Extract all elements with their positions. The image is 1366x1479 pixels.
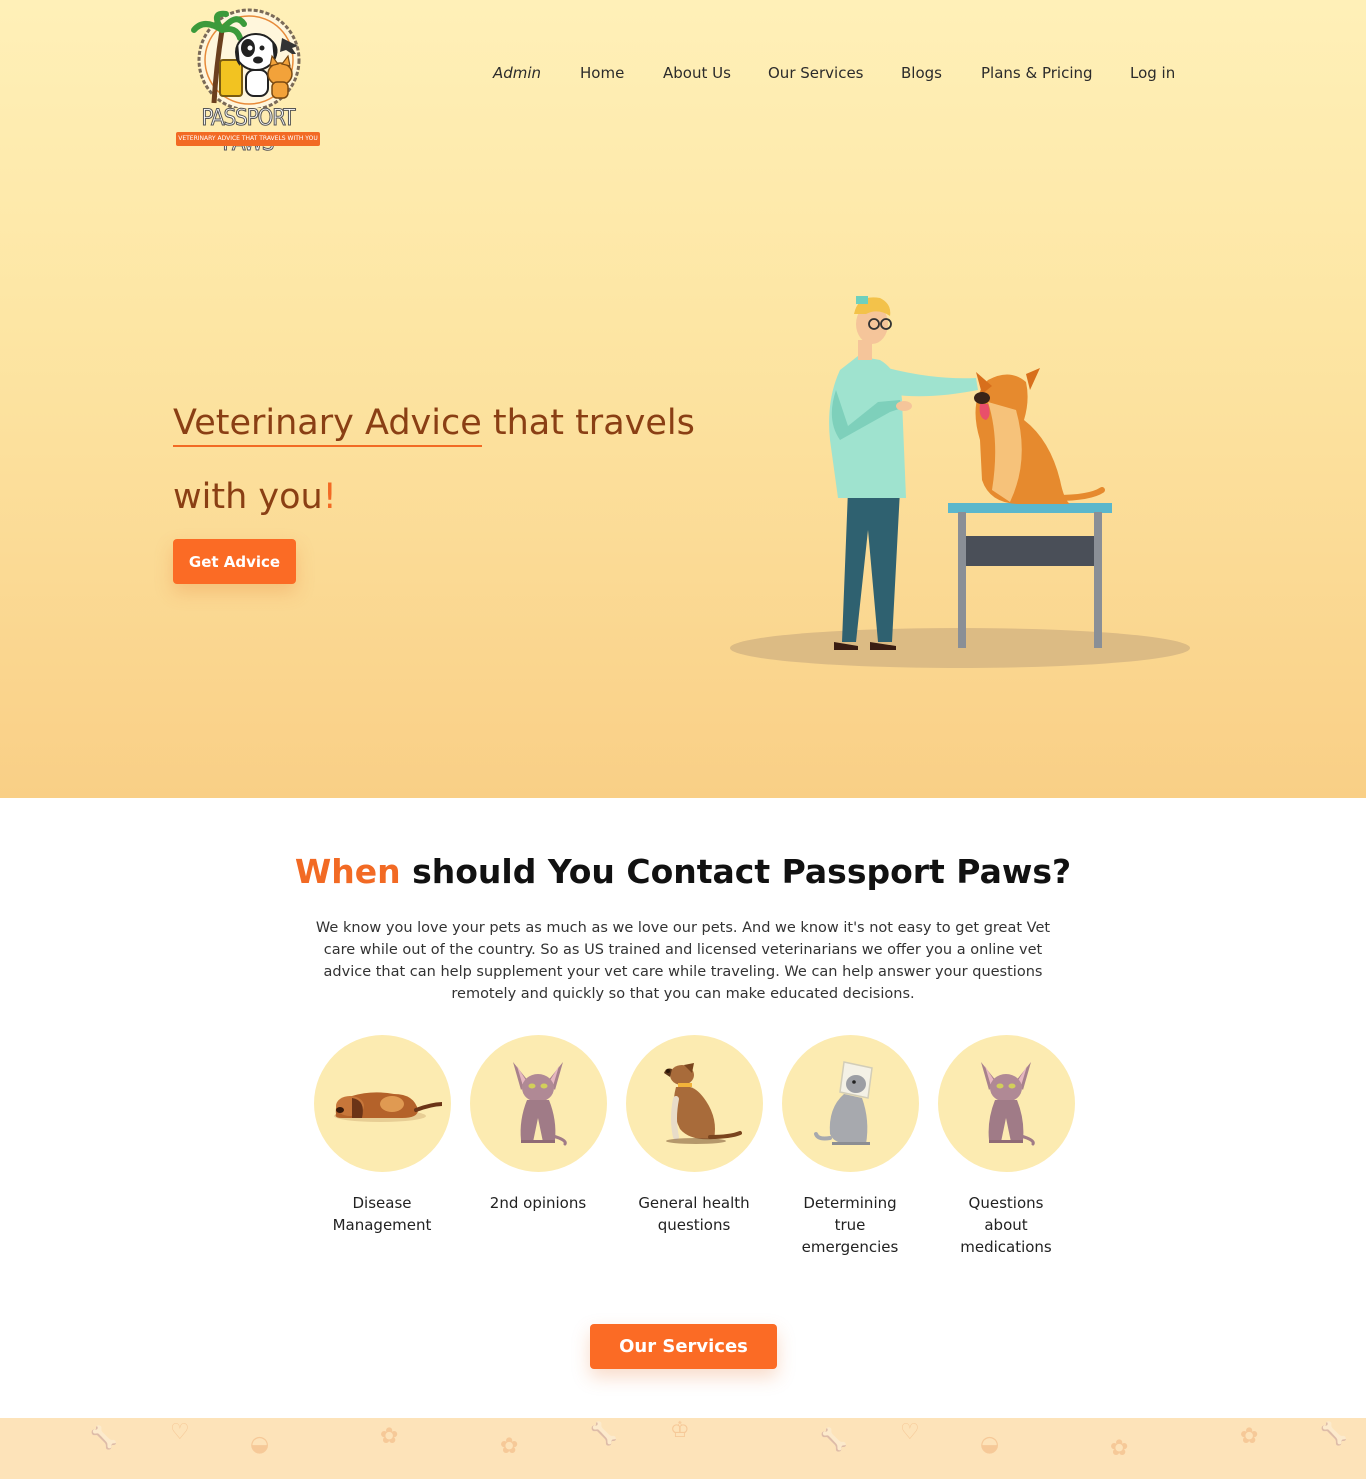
heart-icon: ♡	[900, 1420, 920, 1445]
card-disease-management[interactable]: Disease Management	[312, 1035, 452, 1236]
cat-cone-icon	[814, 1060, 873, 1145]
nav-admin[interactable]: Admin	[493, 64, 541, 82]
card-determining-true-emergencies[interactable]: Determining true emergencies	[780, 1035, 920, 1258]
contact-section-title: When should You Contact Passport Paws?	[0, 852, 1366, 891]
card-label: General health questions	[638, 1194, 750, 1234]
card-2nd-opinions[interactable]: 2nd opinions	[468, 1035, 608, 1214]
card-general-health-questions[interactable]: General health questions	[624, 1035, 764, 1236]
card-circle	[469, 1035, 607, 1172]
card-label: Determining true emergencies	[801, 1194, 899, 1256]
service-cards: Disease Management 2nd opinions General …	[0, 1035, 1366, 1275]
sitting-dog-icon	[664, 1062, 742, 1144]
nav-home[interactable]: Home	[580, 64, 624, 82]
paw-icon: ✿	[380, 1424, 399, 1449]
nav-our-services[interactable]: Our Services	[768, 64, 864, 82]
bone-icon: 🦴	[1320, 1422, 1348, 1447]
vet-examining-dog-illustration	[730, 296, 1190, 668]
get-advice-button[interactable]: Get Advice	[173, 539, 296, 584]
hero-title-line2: with you	[173, 477, 323, 517]
sphynx-cat-icon	[513, 1061, 567, 1145]
sleeping-dog-icon	[334, 1091, 442, 1122]
card-circle	[625, 1035, 763, 1172]
contact-intro-text: We know you love your pets as much as we…	[315, 920, 1051, 1002]
hero-title: Veterinary Advice that travels with you!	[173, 386, 733, 534]
pet-pattern-band: 🦴 ♡ ◒ ✿ ✿ 🦴 ♔ 🦴 ♡ ◒ ✿ ✿ 🦴	[0, 1418, 1366, 1479]
card-circle	[937, 1035, 1075, 1172]
nav-blogs[interactable]: Blogs	[901, 64, 942, 82]
paw-icon: ✿	[1110, 1436, 1129, 1461]
logo-emblem-icon	[191, 8, 301, 112]
hero-title-underlined: Veterinary Advice	[173, 403, 482, 447]
bowl-icon: ◒	[250, 1432, 270, 1457]
paw-icon: ✿	[1240, 1424, 1259, 1449]
main-navigation: Admin Home About Us Our Services Blogs P…	[0, 64, 1366, 88]
card-questions-about-medications[interactable]: Questions about medications	[936, 1035, 1076, 1258]
trophy-icon: ♔	[670, 1418, 690, 1443]
card-label: 2nd opinions	[489, 1194, 587, 1212]
card-circle	[781, 1035, 919, 1172]
logo-wordmark: PASSPORT PAWS	[201, 106, 296, 157]
hero-title-exclamation: !	[322, 477, 337, 517]
section-title-rest: should You Contact Passport Paws?	[400, 852, 1072, 891]
hero-title-rest: that travels	[481, 403, 695, 443]
card-label: Disease Management	[332, 1194, 432, 1234]
sphynx-cat-icon	[981, 1061, 1035, 1145]
nav-about-us[interactable]: About Us	[663, 64, 731, 82]
bone-icon: 🦴	[90, 1426, 118, 1451]
hero-section: PASSPORT PAWS VETERINARY ADVICE THAT TRA…	[0, 0, 1366, 798]
paw-icon: ✿	[500, 1434, 519, 1459]
card-circle	[313, 1035, 451, 1172]
logo-tagline: VETERINARY ADVICE THAT TRAVELS WITH YOU	[176, 132, 320, 146]
nav-plans-pricing[interactable]: Plans & Pricing	[981, 64, 1093, 82]
our-services-button[interactable]: Our Services	[590, 1324, 777, 1369]
heart-icon: ♡	[170, 1420, 190, 1445]
nav-log-in[interactable]: Log in	[1130, 64, 1175, 82]
bone-icon: 🦴	[590, 1422, 618, 1447]
section-title-accent: When	[294, 852, 401, 891]
card-label: Questions about medications	[960, 1194, 1052, 1256]
bowl-icon: ◒	[980, 1432, 1000, 1457]
bone-icon: 🦴	[820, 1428, 848, 1453]
